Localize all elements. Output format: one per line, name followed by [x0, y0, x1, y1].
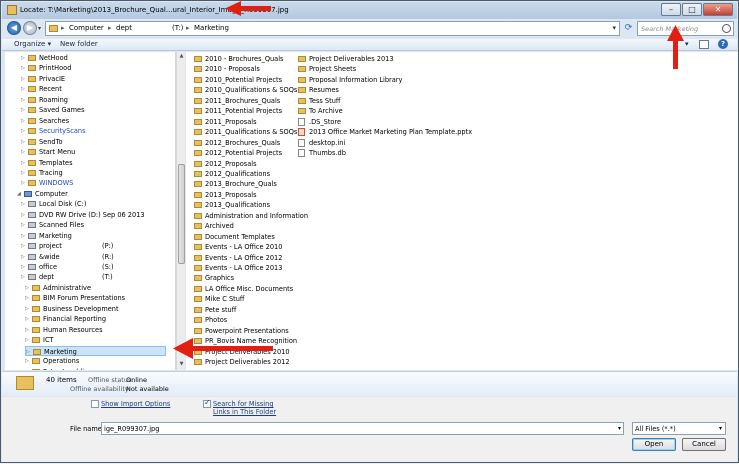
- arrow-to-title: [225, 1, 271, 16]
- arrow-to-search: [667, 25, 684, 69]
- annotation-arrows: [173, 1, 684, 359]
- locate-dialog: Locate: T:\Marketing\2013_Brochure_Qual.…: [0, 0, 739, 463]
- arrow-to-marketing: [173, 338, 273, 359]
